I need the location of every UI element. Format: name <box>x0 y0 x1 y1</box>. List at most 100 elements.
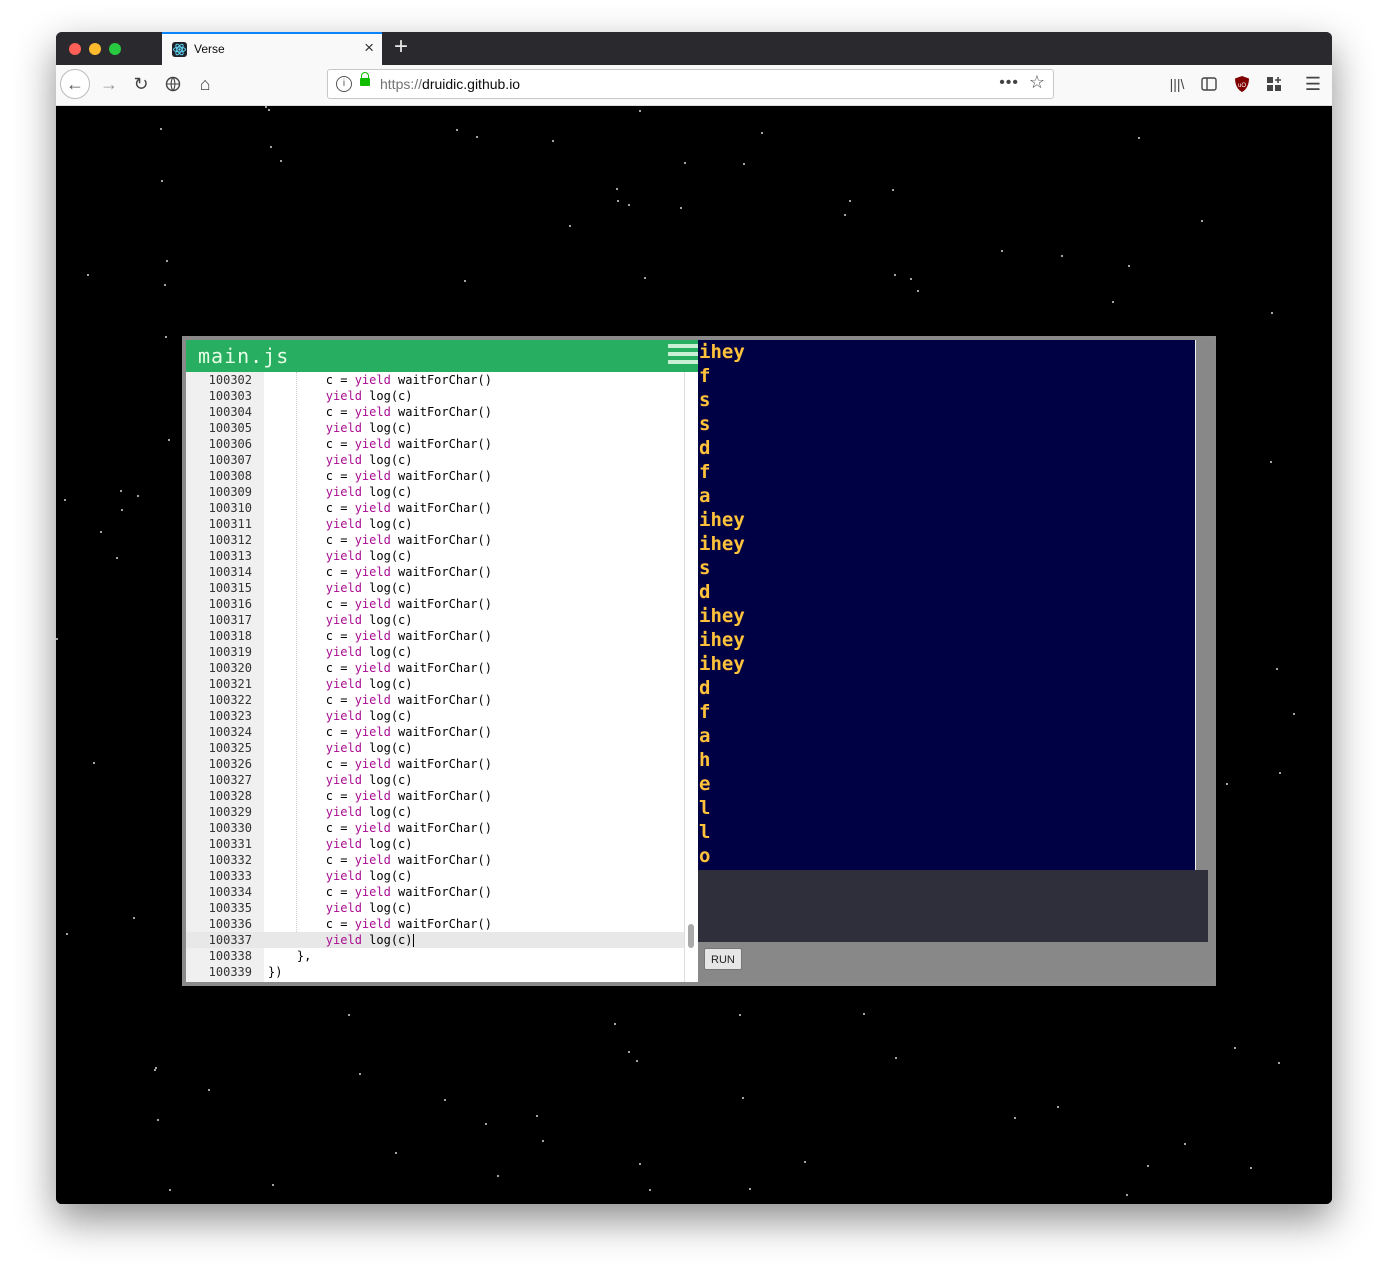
site-info-icon[interactable]: i <box>336 76 352 92</box>
code-line[interactable]: 100332 c = yield waitForChar() <box>186 852 684 868</box>
code-line[interactable]: 100321 yield log(c) <box>186 676 684 692</box>
code-line[interactable]: 100305 yield log(c) <box>186 420 684 436</box>
code-line[interactable]: 100339}) <box>186 964 684 980</box>
code-line[interactable]: 100313 yield log(c) <box>186 548 684 564</box>
forward-button[interactable]: → <box>99 73 119 95</box>
output-line: h <box>699 749 711 771</box>
code-line[interactable]: 100331 yield log(c) <box>186 836 684 852</box>
zoom-window-button[interactable] <box>109 43 121 55</box>
line-number: 100318 <box>208 629 252 643</box>
ublock-icon[interactable]: uO <box>1232 73 1252 95</box>
code-line[interactable]: 100322 c = yield waitForChar() <box>186 692 684 708</box>
star <box>348 1014 350 1016</box>
line-source: c = yield waitForChar() <box>325 789 492 803</box>
code-line[interactable]: 100317 yield log(c) <box>186 612 684 628</box>
star <box>100 531 102 533</box>
line-number: 100325 <box>208 741 252 755</box>
code-line[interactable]: 100326 c = yield waitForChar() <box>186 756 684 772</box>
code-line[interactable]: 100334 c = yield waitForChar() <box>186 884 684 900</box>
line-source: yield log(c) <box>325 517 413 531</box>
navigation-toolbar: ← → ↻ ⌂ i https://druidic.github.io ••• … <box>56 65 1332 106</box>
code-line[interactable]: 100302 c = yield waitForChar() <box>186 372 684 388</box>
editor-divider <box>684 372 685 982</box>
line-number: 100336 <box>208 917 252 931</box>
code-line[interactable]: 100312 c = yield waitForChar() <box>186 532 684 548</box>
code-line[interactable]: 100314 c = yield waitForChar() <box>186 564 684 580</box>
code-line[interactable]: 100327 yield log(c) <box>186 772 684 788</box>
line-source: c = yield waitForChar() <box>325 917 492 931</box>
star <box>137 495 139 497</box>
output-scrollbar[interactable] <box>1195 340 1196 870</box>
home-button[interactable]: ⌂ <box>195 73 215 95</box>
code-line[interactable]: 100311 yield log(c) <box>186 516 684 532</box>
close-tab-icon[interactable]: × <box>364 38 374 58</box>
code-line[interactable]: 100309 yield log(c) <box>186 484 684 500</box>
code-line[interactable]: 100315 yield log(c) <box>186 580 684 596</box>
minimize-window-button[interactable] <box>89 43 101 55</box>
sidebar-icon[interactable] <box>1199 73 1219 95</box>
line-number: 100305 <box>208 421 252 435</box>
back-button[interactable]: ← <box>60 69 90 99</box>
code-area[interactable]: 100302 c = yield waitForChar() 100303 yie… <box>186 372 698 982</box>
extensions-icon[interactable] <box>1264 73 1284 95</box>
code-line[interactable]: 100329 yield log(c) <box>186 804 684 820</box>
close-window-button[interactable] <box>69 43 81 55</box>
new-tab-button[interactable]: + <box>394 34 408 60</box>
code-line[interactable]: 100323 yield log(c) <box>186 708 684 724</box>
input-area[interactable] <box>698 870 1208 942</box>
editor-header: main.js <box>186 340 698 372</box>
line-number: 100316 <box>208 597 252 611</box>
code-lines[interactable]: 100302 c = yield waitForChar() 100303 yie… <box>186 372 684 980</box>
code-line[interactable]: 100328 c = yield waitForChar() <box>186 788 684 804</box>
code-line[interactable]: 100316 c = yield waitForChar() <box>186 596 684 612</box>
output-line: d <box>699 437 711 459</box>
url-text[interactable]: https://druidic.github.io <box>380 76 520 92</box>
tracking-protection-icon[interactable] <box>163 73 183 95</box>
star <box>739 1014 741 1016</box>
address-bar[interactable]: i https://druidic.github.io ••• ☆ <box>327 69 1054 99</box>
output-line: s <box>699 557 711 579</box>
code-line[interactable]: 100325 yield log(c) <box>186 740 684 756</box>
line-source: c = yield waitForChar() <box>325 693 492 707</box>
page-actions-icon[interactable]: ••• <box>999 74 1019 92</box>
line-number: 100304 <box>208 405 252 419</box>
editor-scrollbar-thumb[interactable] <box>688 924 694 948</box>
star <box>161 180 163 182</box>
hamburger-menu-icon[interactable] <box>668 344 698 368</box>
code-line[interactable]: 100310 c = yield waitForChar() <box>186 500 684 516</box>
code-line[interactable]: 100336 c = yield waitForChar() <box>186 916 684 932</box>
code-line[interactable]: 100330 c = yield waitForChar() <box>186 820 684 836</box>
star <box>456 129 458 131</box>
code-line[interactable]: 100319 yield log(c) <box>186 644 684 660</box>
code-line[interactable]: 100307 yield log(c) <box>186 452 684 468</box>
code-line[interactable]: 100337 yield log(c) <box>186 932 684 948</box>
code-line[interactable]: 100303 yield log(c) <box>186 388 684 404</box>
line-number: 100332 <box>208 853 252 867</box>
star <box>1201 220 1203 222</box>
star <box>684 162 686 164</box>
code-line[interactable]: 100335 yield log(c) <box>186 900 684 916</box>
menu-hamburger-icon[interactable]: ☰ <box>1303 73 1323 95</box>
line-source: yield log(c) <box>325 453 413 467</box>
code-line[interactable]: 100318 c = yield waitForChar() <box>186 628 684 644</box>
code-line[interactable]: 100333 yield log(c) <box>186 868 684 884</box>
library-icon[interactable]: |||\ <box>1167 73 1187 95</box>
lock-icon[interactable] <box>360 72 370 86</box>
reload-button[interactable]: ↻ <box>131 73 151 95</box>
code-line[interactable]: 100324 c = yield waitForChar() <box>186 724 684 740</box>
star <box>644 277 646 279</box>
line-number: 100337 <box>208 933 252 947</box>
code-line[interactable]: 100306 c = yield waitForChar() <box>186 436 684 452</box>
code-line[interactable]: 100304 c = yield waitForChar() <box>186 404 684 420</box>
bookmark-star-icon[interactable]: ☆ <box>1029 72 1045 93</box>
code-line[interactable]: 100320 c = yield waitForChar() <box>186 660 684 676</box>
line-number: 100338 <box>208 949 252 963</box>
tab-verse[interactable]: Verse × <box>162 32 382 65</box>
star <box>155 1067 157 1069</box>
code-line[interactable]: 100338 }, <box>186 948 684 964</box>
star <box>444 1099 446 1101</box>
code-line[interactable]: 100308 c = yield waitForChar() <box>186 468 684 484</box>
run-button[interactable]: RUN <box>704 948 742 970</box>
star <box>844 214 846 216</box>
output-line: s <box>699 413 711 435</box>
